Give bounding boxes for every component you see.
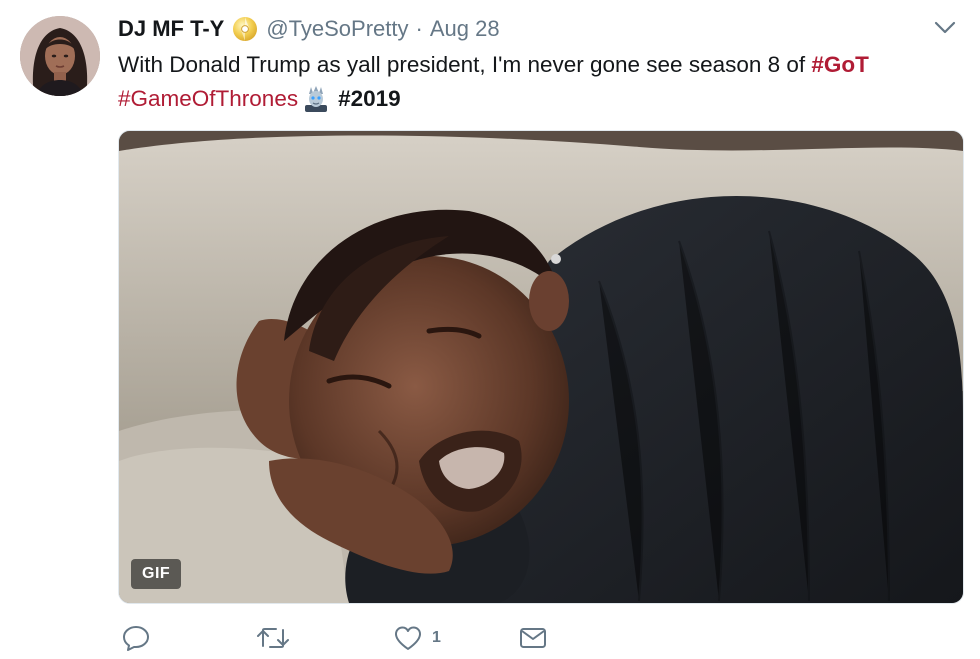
like-count: 1 bbox=[432, 629, 441, 646]
gif-badge: GIF bbox=[131, 559, 182, 589]
tweet-text-line-1: With Donald Trump as yall president, I'm… bbox=[118, 48, 958, 82]
hashtag-got[interactable]: #GoT bbox=[811, 48, 869, 82]
cd-disc-icon bbox=[232, 16, 258, 42]
heart-icon bbox=[395, 626, 421, 650]
author-handle[interactable]: @TyeSoPretty bbox=[266, 16, 408, 42]
separator-dot: · bbox=[415, 16, 423, 41]
tweet-header: DJ MF T-Y @TyeSoPretty · Aug 28 bbox=[118, 14, 500, 44]
tweet-text-plain: With Donald Trump as yall president, I'm… bbox=[118, 52, 812, 77]
reply-button[interactable] bbox=[122, 625, 150, 651]
chevron-down-icon[interactable] bbox=[932, 18, 958, 38]
retweet-button[interactable] bbox=[256, 626, 290, 650]
tweet-text-line-2: #GameOfThrones #2019 bbox=[118, 82, 958, 116]
gif-media[interactable]: GIF bbox=[118, 130, 964, 604]
like-button[interactable]: 1 bbox=[394, 625, 441, 651]
direct-message-button[interactable] bbox=[519, 627, 547, 649]
gif-frame-image bbox=[119, 131, 963, 603]
avatar[interactable] bbox=[20, 16, 100, 96]
tweet-card: DJ MF T-Y @TyeSoPretty · Aug 28 With Don… bbox=[0, 0, 980, 659]
retweet-icon bbox=[257, 628, 289, 648]
tweet-actions: 1 bbox=[118, 620, 678, 656]
avatar-photo bbox=[20, 16, 100, 96]
hashtag-2019[interactable]: #2019 bbox=[338, 82, 401, 116]
night-king-emoji-icon bbox=[302, 85, 330, 113]
author-name[interactable]: DJ MF T-Y bbox=[118, 16, 224, 42]
reply-icon bbox=[123, 626, 149, 651]
tweet-date[interactable]: Aug 28 bbox=[430, 16, 500, 42]
hashtag-gameofthrones[interactable]: #GameOfThrones bbox=[118, 82, 298, 116]
tweet-text: With Donald Trump as yall president, I'm… bbox=[118, 48, 958, 116]
envelope-icon bbox=[519, 628, 546, 648]
